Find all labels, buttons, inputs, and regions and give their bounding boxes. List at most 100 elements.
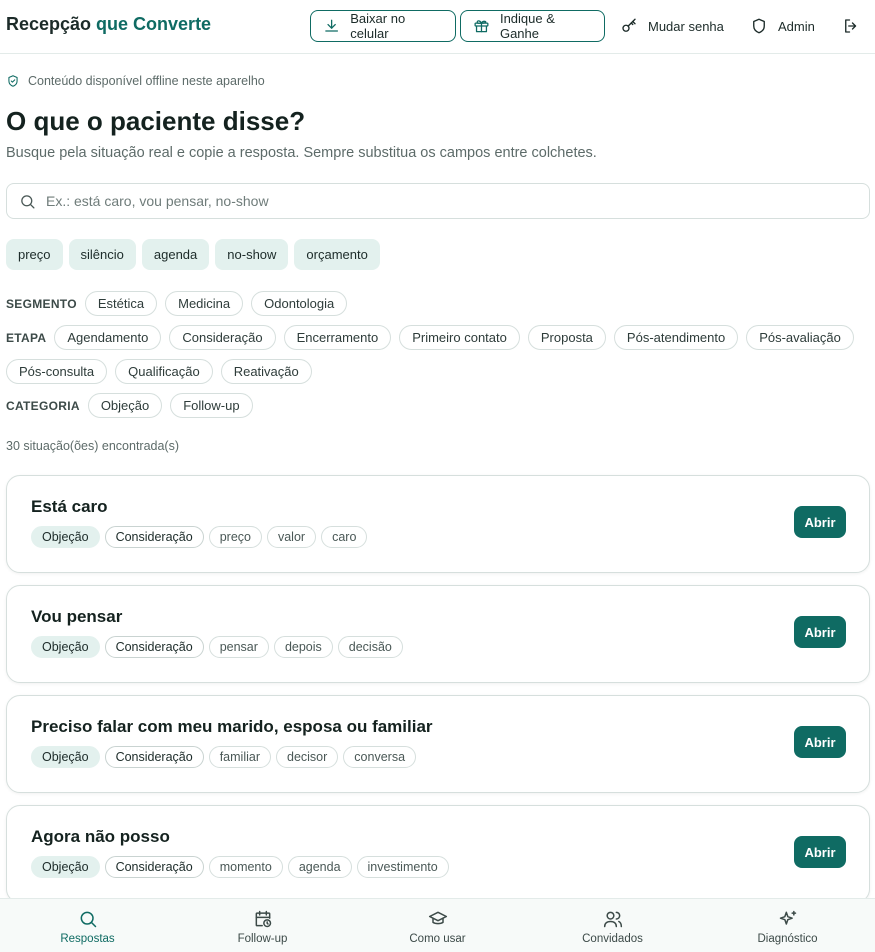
download-app-button[interactable]: Baixar no celular (310, 10, 456, 42)
nav-item-label: Follow-up (237, 932, 288, 945)
brand-logo[interactable]: Recepção que Converte (6, 14, 211, 35)
category-chip[interactable]: Follow-up (170, 393, 253, 418)
shield-check-icon (8, 75, 18, 87)
nav-item-follow-up[interactable]: Follow-up (175, 899, 350, 952)
stage-chip[interactable]: Qualificação (115, 359, 213, 384)
open-button[interactable]: Abrir (794, 836, 846, 868)
quick-filter-chip[interactable]: silêncio (68, 239, 136, 270)
category-tag: Objeção (31, 746, 100, 768)
category-filter-row: CATEGORIA Objeção Follow-up (6, 393, 253, 418)
situation-card[interactable]: Preciso falar com meu marido, esposa ou … (6, 695, 870, 793)
results-count: 30 situação(ões) encontrada(s) (6, 439, 180, 453)
logout-icon (845, 19, 857, 33)
open-button[interactable]: Abrir (794, 616, 846, 648)
download-icon (325, 19, 339, 32)
admin-label: Admin (778, 18, 815, 34)
stage-chip[interactable]: Proposta (527, 325, 606, 350)
stage-chip[interactable]: Primeiro contato (399, 325, 520, 350)
nav-item-label: Diagnóstico (757, 932, 818, 945)
open-button[interactable]: Abrir (794, 726, 846, 758)
refer-earn-label: Indique & Ganhe (499, 11, 555, 41)
nav-item-respostas[interactable]: Respostas (0, 899, 175, 952)
keyword-tag: decisor (276, 746, 339, 768)
situation-tags: Objeção Consideração pensar depois decis… (31, 636, 403, 658)
stage-tag: Consideração (104, 746, 204, 768)
segment-filter-row: SEGMENTO Estética Medicina Odontologia (6, 291, 348, 316)
category-tag: Objeção (31, 636, 100, 658)
situation-title: Agora não posso (31, 827, 170, 846)
stage-tag: Consideração (104, 636, 204, 658)
page-title: O que o paciente disse? (6, 106, 306, 136)
change-password-link[interactable]: Mudar senha (620, 10, 724, 42)
change-password-label: Mudar senha (648, 18, 724, 34)
app-header: Recepção que Converte Baixar no celular … (0, 0, 875, 54)
shield-icon (753, 18, 765, 34)
segment-chip[interactable]: Estética (84, 291, 158, 316)
graduation-cap-icon (428, 911, 447, 924)
logout-button[interactable] (840, 15, 862, 37)
search-box[interactable] (6, 183, 870, 219)
users-icon (603, 911, 622, 927)
keyword-tag: investimento (356, 856, 449, 878)
keyword-tag: momento (208, 856, 283, 878)
nav-item-label: Como usar (409, 932, 466, 945)
sparkles-icon (779, 910, 796, 925)
stage-chip[interactable]: Reativação (220, 359, 312, 384)
situation-card[interactable]: Está caro Objeção Consideração preço val… (6, 475, 870, 573)
keyword-tag: agenda (287, 856, 352, 878)
stage-chip[interactable]: Encerramento (283, 325, 392, 350)
search-icon (80, 911, 96, 927)
keyword-tag: depois (273, 636, 333, 658)
open-button[interactable]: Abrir (794, 506, 846, 538)
stage-tag: Consideração (104, 526, 204, 548)
situation-tags: Objeção Consideração preço valor caro (31, 526, 368, 548)
nav-item-diagnostico[interactable]: Diagnóstico (700, 899, 875, 952)
quick-filter-chip[interactable]: orçamento (294, 239, 380, 270)
calendar-clock-icon (255, 910, 271, 927)
stage-chip[interactable]: Agendamento (54, 325, 162, 350)
refer-earn-button[interactable]: Indique & Ganhe (460, 10, 605, 42)
stage-chip[interactable]: Pós-avaliação (746, 325, 854, 350)
stage-chip[interactable]: Pós-consulta (6, 359, 108, 384)
offline-notice: Conteúdo disponível offline neste aparel… (6, 74, 265, 88)
page-subtitle: Busque pela situação real e copie a resp… (6, 145, 597, 161)
keyword-tag: valor (266, 526, 317, 548)
gift-icon (474, 20, 489, 33)
quick-filter-chip[interactable]: preço (6, 239, 63, 270)
keyword-tag: preço (208, 526, 262, 548)
quick-filters: preço silêncio agenda no-show orçamento (6, 239, 380, 270)
situation-title: Está caro (31, 497, 108, 516)
category-tag: Objeção (31, 526, 100, 548)
situation-title: Preciso falar com meu marido, esposa ou … (31, 717, 433, 736)
keyword-tag: conversa (343, 746, 417, 768)
keyword-tag: caro (321, 526, 368, 548)
stage-filter-row: ETAPA Agendamento Consideração Encerrame… (6, 325, 854, 350)
situation-card[interactable]: Vou pensar Objeção Consideração pensar d… (6, 585, 870, 683)
nav-item-label: Respostas (60, 932, 115, 945)
segment-chip[interactable]: Odontologia (251, 291, 348, 316)
situation-tags: Objeção Consideração familiar decisor co… (31, 746, 417, 768)
quick-filter-chip[interactable]: no-show (215, 239, 289, 270)
admin-link[interactable]: Admin (750, 10, 815, 42)
situation-card[interactable]: Agora não posso Objeção Consideração mom… (6, 805, 870, 903)
nav-item-como-usar[interactable]: Como usar (350, 899, 525, 952)
keyword-tag: familiar (208, 746, 271, 768)
keyword-tag: decisão (337, 636, 403, 658)
nav-item-convidados[interactable]: Convidados (525, 899, 700, 952)
category-filter-label: CATEGORIA (6, 398, 80, 413)
brand-name-start: Recepção (6, 14, 97, 34)
brand-name-accent: que Converte (96, 14, 212, 34)
stage-chip[interactable]: Pós-atendimento (613, 325, 739, 350)
stage-chip[interactable]: Consideração (169, 325, 276, 350)
stage-filter-label: ETAPA (6, 330, 47, 345)
quick-filter-chip[interactable]: agenda (141, 239, 210, 270)
search-icon (21, 194, 35, 209)
segment-filter-label: SEGMENTO (6, 296, 77, 311)
segment-chip[interactable]: Medicina (165, 291, 244, 316)
bottom-nav: Respostas Follow-up Como usar Convidados… (0, 898, 875, 952)
download-app-label: Baixar no celular (350, 11, 406, 41)
category-chip[interactable]: Objeção (87, 393, 163, 418)
search-input[interactable] (46, 193, 846, 209)
category-tag: Objeção (31, 856, 100, 878)
keyword-tag: pensar (208, 636, 269, 658)
